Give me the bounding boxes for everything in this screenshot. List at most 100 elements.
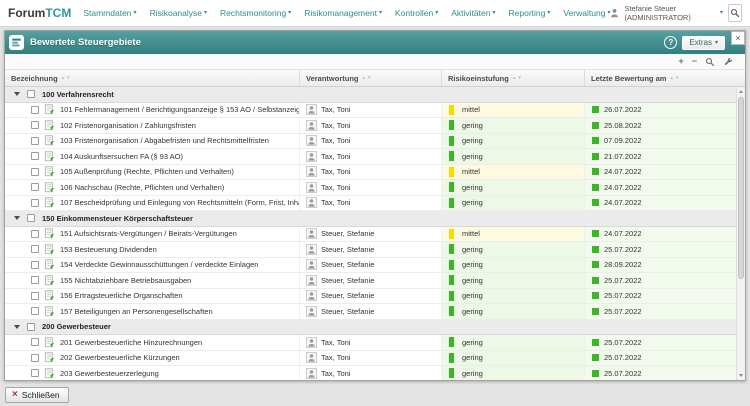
group-row[interactable]: 200 Gewerbesteuer bbox=[5, 320, 736, 336]
scroll-down-button[interactable] bbox=[737, 371, 745, 380]
chevron-down-icon: ▾ bbox=[547, 10, 550, 16]
row-checkbox[interactable] bbox=[31, 183, 39, 191]
table-row[interactable]: 105 Außenprüfung (Rechte, Pflichten und … bbox=[5, 165, 736, 181]
nav-item-risikoanalyse[interactable]: Risikoanalyse▾ bbox=[150, 8, 207, 18]
sort-icons[interactable]: ▲▼ bbox=[61, 76, 71, 81]
table-row[interactable]: 202 Gewerbesteuerliche KürzungenTax, Ton… bbox=[5, 351, 736, 367]
row-checkbox[interactable] bbox=[31, 168, 39, 176]
global-search-button[interactable] bbox=[728, 4, 742, 22]
row-checkbox[interactable] bbox=[31, 307, 39, 315]
row-checkbox[interactable] bbox=[31, 199, 39, 207]
row-checkbox[interactable] bbox=[31, 276, 39, 284]
expand-collapse-icon[interactable] bbox=[14, 216, 20, 220]
risk-level-indicator bbox=[449, 120, 454, 130]
table-row[interactable]: 101 Fehlermanagement / Berichtigungsanze… bbox=[5, 103, 736, 119]
table-row[interactable]: 155 Nichtabziehbare BetriebsausgabenSteu… bbox=[5, 273, 736, 289]
person-icon bbox=[306, 104, 317, 115]
window-icon bbox=[9, 35, 24, 50]
row-checkbox[interactable] bbox=[31, 106, 39, 114]
help-button[interactable]: ? bbox=[664, 36, 677, 49]
column-header-3[interactable]: Letzte Bewertung am▲▼ bbox=[585, 70, 745, 86]
assessment-status-icon bbox=[592, 184, 599, 191]
cell-letzte-bewertung: 25.07.2022 bbox=[585, 289, 736, 304]
row-checkbox[interactable] bbox=[31, 369, 39, 377]
filter-search-icon[interactable] bbox=[705, 57, 715, 67]
table-row[interactable]: 156 Ertragsteuerliche OrganschaftenSteue… bbox=[5, 289, 736, 305]
table-row[interactable]: 153 Besteuerung DividendenSteuer, Stefan… bbox=[5, 242, 736, 258]
nav-item-reporting[interactable]: Reporting▾ bbox=[509, 8, 551, 18]
owner-name: Steuer, Stefanie bbox=[321, 260, 374, 269]
logo-text-forum: Forum bbox=[8, 6, 45, 20]
steuergebiet-icon bbox=[44, 135, 55, 146]
window-close-button[interactable]: × bbox=[731, 31, 745, 45]
nav-item-risikomanagement[interactable]: Risikomanagement▾ bbox=[304, 8, 382, 18]
table-row[interactable]: 103 Fristenorganisation / Abgabefristen … bbox=[5, 134, 736, 150]
triangle-down-icon bbox=[739, 374, 743, 377]
nav-item-verwaltung[interactable]: Verwaltung▾ bbox=[563, 8, 610, 18]
cell-risikoeinstufung: gering bbox=[442, 351, 585, 366]
table-row[interactable]: 102 Fristenorganisation / Zahlungsfriste… bbox=[5, 118, 736, 134]
bewertete-steuergebiete-window: Bewertete Steuergebiete ? Extras ▾ × + − bbox=[4, 30, 746, 381]
user-menu[interactable]: Stefanie Steuer (ADMINISTRATOR) bbox=[624, 4, 714, 22]
row-checkbox[interactable] bbox=[31, 292, 39, 300]
row-label: 107 Bescheidprüfung und Einlegung von Re… bbox=[60, 198, 299, 207]
column-header-1[interactable]: Verantwortung▲▼ bbox=[300, 70, 442, 86]
cell-risikoeinstufung: gering bbox=[442, 149, 585, 164]
row-checkbox[interactable] bbox=[31, 137, 39, 145]
table-row[interactable]: 157 Beteiligungen an Personengesellschaf… bbox=[5, 304, 736, 320]
sort-icons[interactable]: ▲▼ bbox=[669, 76, 679, 81]
extras-button[interactable]: Extras ▾ bbox=[682, 36, 725, 50]
group-checkbox[interactable] bbox=[27, 90, 35, 98]
table-row[interactable]: 151 Aufsichtsrats-Vergütungen / Beirats-… bbox=[5, 227, 736, 243]
chevron-down-icon: ▾ bbox=[288, 10, 291, 16]
collapse-all-button[interactable]: − bbox=[692, 57, 697, 66]
sort-icons[interactable]: ▲▼ bbox=[512, 76, 522, 81]
nav-item-label: Risikoanalyse bbox=[150, 8, 202, 18]
assessment-status-icon bbox=[592, 230, 599, 237]
group-row[interactable]: 100 Verfahrensrecht bbox=[5, 87, 736, 103]
table-row[interactable]: 201 Gewerbesteuerliche HinzurechnungenTa… bbox=[5, 335, 736, 351]
row-checkbox[interactable] bbox=[31, 245, 39, 253]
scroll-up-button[interactable] bbox=[737, 87, 745, 96]
risk-level-label: gering bbox=[462, 136, 483, 145]
risk-level-label: mittel bbox=[462, 105, 480, 114]
cell-bezeichnung: 154 Verdeckte Gewinnausschüttungen / ver… bbox=[5, 258, 300, 273]
nav-item-kontrollen[interactable]: Kontrollen▾ bbox=[395, 8, 438, 18]
app-logo[interactable]: ForumTCM bbox=[8, 6, 71, 20]
row-label: 103 Fristenorganisation / Abgabefristen … bbox=[60, 136, 269, 145]
row-checkbox[interactable] bbox=[31, 152, 39, 160]
steuergebiet-icon bbox=[44, 259, 55, 270]
table-row[interactable]: 106 Nachschau (Rechte, Pflichten und Ver… bbox=[5, 180, 736, 196]
nav-item-rechtsmonitoring[interactable]: Rechtsmonitoring▾ bbox=[220, 8, 291, 18]
cell-risikoeinstufung: gering bbox=[442, 366, 585, 380]
nav-item-aktivitten[interactable]: Aktivitäten▾ bbox=[451, 8, 495, 18]
row-checkbox[interactable] bbox=[31, 230, 39, 238]
table-row[interactable]: 203 GewerbesteuerzerlegungTax, Tonigerin… bbox=[5, 366, 736, 380]
close-icon: × bbox=[735, 34, 740, 43]
row-checkbox[interactable] bbox=[31, 354, 39, 362]
expand-collapse-icon[interactable] bbox=[14, 92, 20, 96]
table-row[interactable]: 154 Verdeckte Gewinnausschüttungen / ver… bbox=[5, 258, 736, 274]
column-header-2[interactable]: Risikoeinstufung▲▼ bbox=[442, 70, 585, 86]
risk-level-label: gering bbox=[462, 245, 483, 254]
top-navigation-bar: ForumTCM Stammdaten▾Risikoanalyse▾Rechts… bbox=[0, 0, 750, 27]
group-checkbox[interactable] bbox=[27, 323, 35, 331]
group-row[interactable]: 150 Einkommensteuer Körperschaftsteuer bbox=[5, 211, 736, 227]
schliessen-button[interactable]: × Schließen bbox=[5, 387, 69, 403]
row-checkbox[interactable] bbox=[31, 121, 39, 129]
row-checkbox[interactable] bbox=[31, 338, 39, 346]
nav-item-stammdaten[interactable]: Stammdaten▾ bbox=[83, 8, 136, 18]
row-checkbox[interactable] bbox=[31, 261, 39, 269]
row-label: 105 Außenprüfung (Rechte, Pflichten und … bbox=[60, 167, 234, 176]
expand-all-button[interactable]: + bbox=[678, 57, 683, 66]
scrollbar-thumb[interactable] bbox=[738, 97, 744, 279]
vertical-scrollbar[interactable] bbox=[736, 87, 745, 380]
settings-wrench-icon[interactable] bbox=[723, 57, 733, 67]
column-header-0[interactable]: Bezeichnung▲▼ bbox=[5, 70, 300, 86]
table-row[interactable]: 107 Bescheidprüfung und Einlegung von Re… bbox=[5, 196, 736, 212]
group-checkbox[interactable] bbox=[27, 214, 35, 222]
expand-collapse-icon[interactable] bbox=[14, 325, 20, 329]
assessment-date: 25.07.2022 bbox=[604, 338, 642, 347]
sort-icons[interactable]: ▲▼ bbox=[362, 76, 372, 81]
table-row[interactable]: 104 Auskunftsersuchen FA (§ 93 AO)Tax, T… bbox=[5, 149, 736, 165]
